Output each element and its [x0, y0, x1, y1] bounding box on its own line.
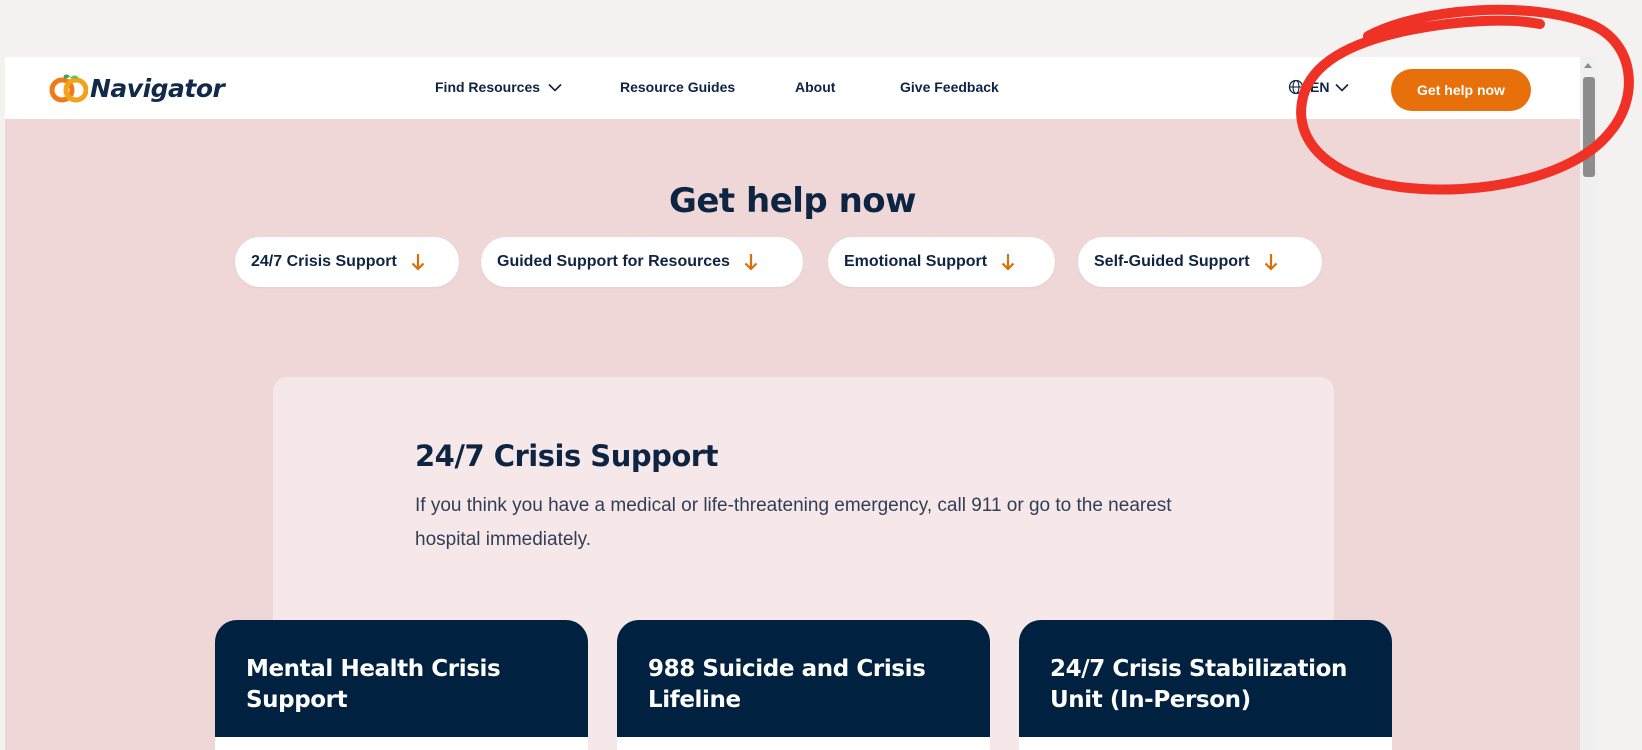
- nav-resource-guides[interactable]: Resource Guides: [620, 79, 735, 95]
- card-title: 24/7 Crisis Stabilization Unit (In-Perso…: [1050, 656, 1347, 713]
- quick-link-emotional-support[interactable]: Emotional Support: [828, 237, 1055, 287]
- quick-link-self-guided-support[interactable]: Self-Guided Support: [1078, 237, 1322, 287]
- card-body: [1019, 737, 1392, 750]
- logo[interactable]: Navigator: [48, 71, 225, 105]
- page-title: Get help now: [668, 181, 917, 221]
- quick-link-guided-support[interactable]: Guided Support for Resources: [481, 237, 803, 287]
- nav-about[interactable]: About: [795, 79, 835, 95]
- card-crisis-stabilization-unit[interactable]: 24/7 Crisis Stabilization Unit (In-Perso…: [1019, 620, 1392, 750]
- nav-find-resources-label: Find Resources: [435, 79, 541, 95]
- chevron-down-icon: [1335, 83, 1350, 92]
- section-description: If you think you have a medical or life-…: [415, 495, 1172, 550]
- card-988-lifeline[interactable]: 988 Suicide and Crisis Lifeline: [617, 620, 990, 750]
- card-title: Mental Health Crisis Support: [246, 656, 501, 713]
- scrollbar[interactable]: [1580, 57, 1598, 750]
- get-help-now-button[interactable]: Get help now: [1391, 69, 1531, 111]
- get-help-now-label: Get help now: [1417, 82, 1505, 98]
- globe-icon: [1288, 79, 1304, 95]
- nav-give-feedback-label: Give Feedback: [900, 79, 999, 95]
- quick-link-label: Emotional Support: [844, 253, 988, 270]
- logo-mark-icon: [49, 74, 88, 103]
- nav-about-label: About: [795, 79, 836, 95]
- browser-viewport: Navigator Find Resources Resource Guides…: [5, 57, 1580, 750]
- section-title: 24/7 Crisis Support: [415, 439, 718, 473]
- quick-link-label: 24/7 Crisis Support: [251, 253, 397, 270]
- quick-link-label: Self-Guided Support: [1094, 253, 1250, 270]
- language-selector[interactable]: EN: [1288, 79, 1350, 95]
- quick-link-crisis-support[interactable]: 24/7 Crisis Support: [235, 237, 459, 287]
- chevron-down-icon: [548, 83, 562, 92]
- scrollbar-thumb[interactable]: [1583, 77, 1595, 177]
- arrow-down-icon: [1264, 253, 1278, 271]
- language-label: EN: [1310, 79, 1330, 95]
- arrow-down-icon: [744, 253, 758, 271]
- card-body: [617, 737, 990, 750]
- nav-resource-guides-label: Resource Guides: [620, 79, 736, 95]
- scroll-up-icon[interactable]: [1584, 63, 1592, 68]
- arrow-down-icon: [1001, 253, 1015, 271]
- logo-text: Navigator: [90, 73, 225, 103]
- quick-links: 24/7 Crisis Support Guided Support for R…: [5, 237, 1580, 287]
- quick-link-label: Guided Support for Resources: [497, 253, 730, 270]
- arrow-down-icon: [411, 253, 425, 271]
- top-navbar: Navigator Find Resources Resource Guides…: [5, 57, 1580, 119]
- card-title: 988 Suicide and Crisis Lifeline: [648, 656, 926, 713]
- nav-give-feedback[interactable]: Give Feedback: [900, 79, 999, 95]
- card-body: [215, 737, 588, 750]
- nav-find-resources[interactable]: Find Resources: [435, 79, 562, 95]
- card-mental-health-crisis[interactable]: Mental Health Crisis Support: [215, 620, 588, 750]
